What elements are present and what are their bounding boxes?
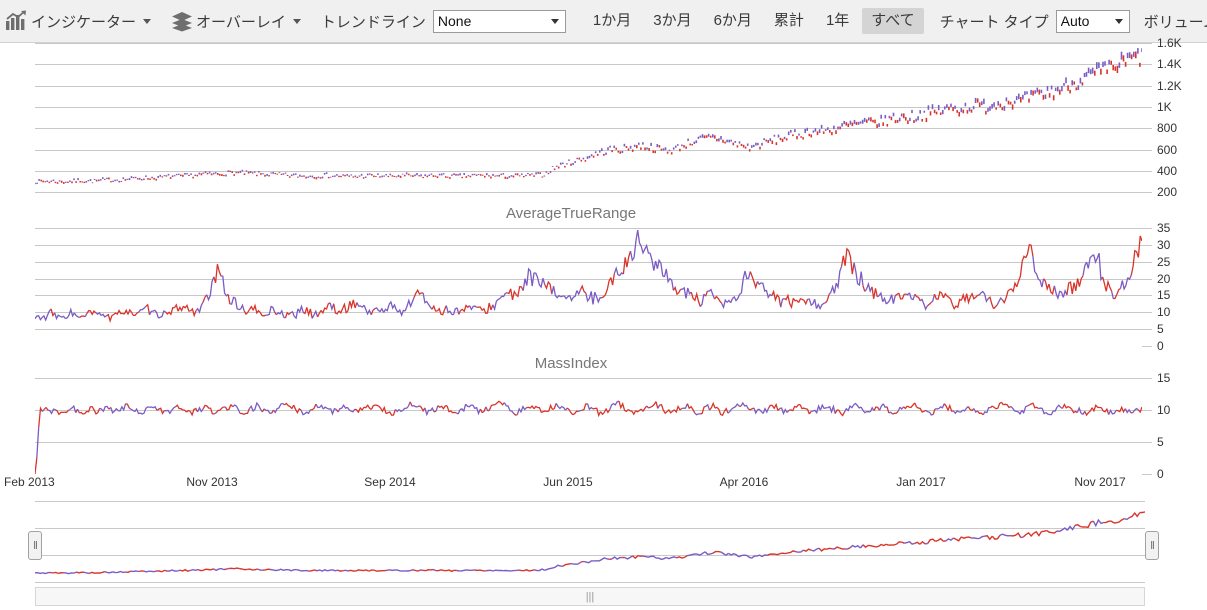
navigator-right-handle[interactable]: ‖ bbox=[1145, 531, 1159, 560]
axis-tick bbox=[1142, 43, 1152, 44]
y-axis-label: 15 bbox=[1157, 371, 1170, 385]
stock-chart-app: インジケーター オーバーレイ トレンドライン None 1か月 3か月 bbox=[0, 0, 1207, 610]
trendline-select[interactable]: None bbox=[433, 10, 566, 33]
axis-tick bbox=[1142, 295, 1152, 296]
y-axis-label: 30 bbox=[1157, 238, 1170, 252]
range-button-3m[interactable]: 3か月 bbox=[644, 8, 700, 34]
y-axis-label: 15 bbox=[1157, 288, 1170, 302]
indicators-menu-button[interactable]: インジケーター bbox=[0, 0, 157, 43]
navigator-series bbox=[35, 501, 1145, 583]
axis-tick bbox=[1142, 192, 1152, 193]
axis-tick bbox=[1142, 150, 1152, 151]
y-axis-label: 200 bbox=[1157, 185, 1177, 199]
chart-area: 2004006008001K1.2K1.4K1.6K AverageTrueRa… bbox=[0, 43, 1207, 610]
chevron-down-icon bbox=[143, 19, 151, 24]
indicators-label: インジケーター bbox=[31, 11, 136, 32]
x-axis-label: Feb 2013 bbox=[4, 475, 55, 489]
massindex-plot[interactable] bbox=[35, 378, 1142, 474]
massindex-panel[interactable]: 051015 bbox=[0, 378, 1207, 474]
y-axis-label: 5 bbox=[1157, 322, 1164, 336]
y-axis-label: 1.2K bbox=[1157, 79, 1182, 93]
bar-chart-trend-icon bbox=[5, 10, 29, 32]
y-axis-label: 5 bbox=[1157, 435, 1164, 449]
axis-tick bbox=[1142, 329, 1152, 330]
y-axis-label: 400 bbox=[1157, 164, 1177, 178]
axis-tick bbox=[1142, 312, 1152, 313]
y-axis-label: 1.4K bbox=[1157, 57, 1182, 71]
charttype-select-wrapper: Auto bbox=[1056, 10, 1130, 33]
x-axis-label: Sep 2014 bbox=[364, 475, 415, 489]
range-button-all[interactable]: すべて bbox=[862, 8, 923, 34]
range-button-1y[interactable]: 1年 bbox=[817, 8, 858, 34]
navigator-plot[interactable] bbox=[35, 501, 1145, 583]
x-axis: Feb 2013 Nov 2013 Sep 2014 Jun 2015 Apr 2016… bbox=[0, 475, 1207, 501]
charttype-select[interactable]: Auto bbox=[1056, 10, 1130, 33]
range-navigator: ‖ ‖ ||| bbox=[0, 501, 1207, 610]
axis-tick bbox=[1142, 107, 1152, 108]
overlays-menu-button[interactable]: オーバーレイ bbox=[167, 0, 307, 43]
axis-tick bbox=[1142, 245, 1152, 246]
overlays-label: オーバーレイ bbox=[196, 11, 286, 32]
y-axis-label: 10 bbox=[1157, 305, 1170, 319]
axis-tick bbox=[1142, 64, 1152, 65]
navigator-scroll-grip: ||| bbox=[586, 591, 595, 603]
trendline-label: トレンドライン bbox=[307, 11, 433, 32]
layers-icon bbox=[171, 11, 194, 32]
y-axis-label: 800 bbox=[1157, 121, 1177, 135]
axis-tick bbox=[1142, 346, 1152, 347]
y-axis-label: 600 bbox=[1157, 143, 1177, 157]
chart-toolbar: インジケーター オーバーレイ トレンドライン None 1か月 3か月 bbox=[0, 0, 1207, 43]
ohlc-series bbox=[35, 43, 1142, 203]
navigator-scrollbar[interactable]: ||| bbox=[35, 587, 1145, 606]
y-axis-label: 25 bbox=[1157, 255, 1170, 269]
x-axis-label: Nov 2013 bbox=[186, 475, 237, 489]
y-axis-label: 1.6K bbox=[1157, 36, 1182, 50]
axis-tick bbox=[1142, 262, 1152, 263]
range-button-6m[interactable]: 6か月 bbox=[705, 8, 761, 34]
x-axis-label: Jun 2015 bbox=[543, 475, 592, 489]
y-axis-label: 1K bbox=[1157, 100, 1172, 114]
axis-tick bbox=[1142, 171, 1152, 172]
range-selector-group: 1か月 3か月 6か月 累計 1年 すべて bbox=[582, 8, 926, 34]
navigator-left-handle[interactable]: ‖ bbox=[28, 531, 42, 560]
axis-tick bbox=[1142, 228, 1152, 229]
range-button-1m[interactable]: 1か月 bbox=[584, 8, 640, 34]
price-panel[interactable]: 2004006008001K1.2K1.4K1.6K bbox=[0, 43, 1207, 203]
series-line bbox=[35, 228, 1142, 346]
atr-panel-title: AverageTrueRange bbox=[0, 205, 1142, 222]
trendline-select-wrapper: None bbox=[433, 10, 566, 33]
range-button-ytd[interactable]: 累計 bbox=[765, 8, 813, 34]
axis-tick bbox=[1142, 86, 1152, 87]
chevron-down-icon bbox=[293, 19, 301, 24]
axis-tick bbox=[1142, 128, 1152, 129]
y-axis-label: 10 bbox=[1157, 403, 1170, 417]
atr-plot[interactable] bbox=[35, 228, 1142, 346]
axis-tick bbox=[1142, 442, 1152, 443]
axis-tick bbox=[1142, 410, 1152, 411]
x-axis-label: Nov 2017 bbox=[1074, 475, 1125, 489]
axis-tick bbox=[1142, 378, 1152, 379]
x-axis-label: Apr 2016 bbox=[720, 475, 769, 489]
atr-panel[interactable]: 05101520253035 bbox=[0, 228, 1207, 346]
x-axis-label: Jan 2017 bbox=[896, 475, 945, 489]
series-line bbox=[35, 378, 1142, 474]
y-axis-label: 0 bbox=[1157, 339, 1164, 353]
price-plot[interactable] bbox=[35, 43, 1142, 203]
y-axis-label: 35 bbox=[1157, 221, 1170, 235]
y-axis-label: 20 bbox=[1157, 272, 1170, 286]
massindex-panel-title: MassIndex bbox=[0, 355, 1142, 372]
axis-tick bbox=[1142, 279, 1152, 280]
volume-label: ボリューム bbox=[1130, 11, 1207, 32]
charttype-label: チャート タイプ bbox=[926, 11, 1056, 32]
